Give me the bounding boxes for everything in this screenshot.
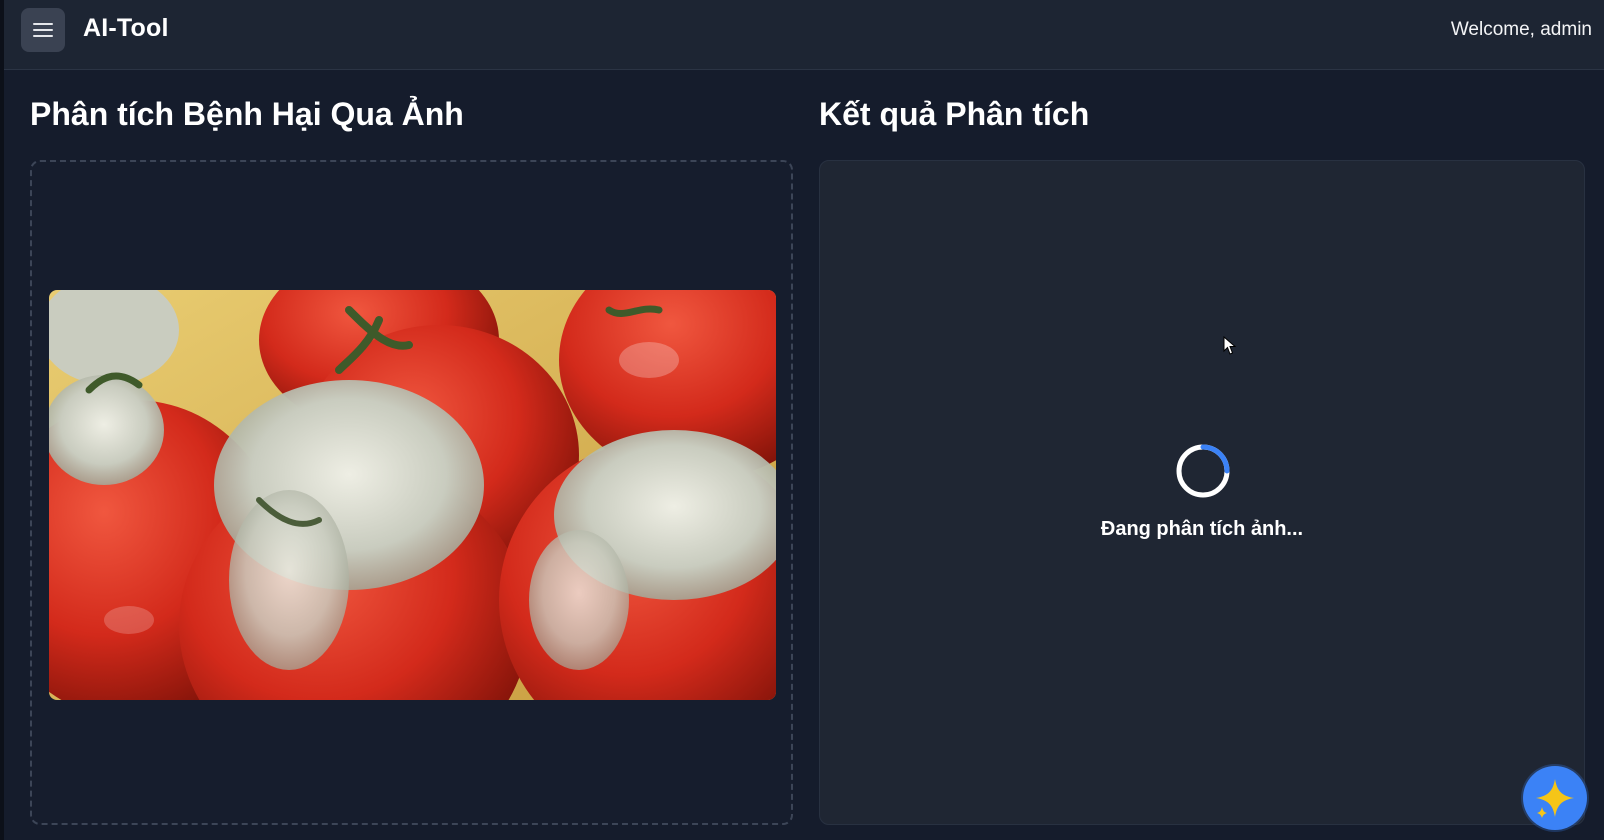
image-upload-dropzone[interactable] xyxy=(30,160,793,825)
app-window: AI-Tool Welcome, admin Phân tích Bệnh Hạ… xyxy=(0,0,1604,840)
mouse-cursor-icon xyxy=(1223,335,1237,356)
loading-spinner-icon xyxy=(1175,443,1231,499)
sparkle-icon xyxy=(1536,779,1574,818)
upload-section-title: Phân tích Bệnh Hại Qua Ảnh xyxy=(30,96,464,132)
menu-button[interactable] xyxy=(21,8,65,52)
ai-assistant-button[interactable] xyxy=(1523,766,1587,830)
result-section-title: Kết quả Phân tích xyxy=(819,96,1090,132)
analysis-result-panel: Đang phân tích ảnh... xyxy=(819,160,1585,825)
welcome-user-text: Welcome, admin xyxy=(1450,19,1592,40)
hamburger-menu-icon xyxy=(33,23,53,37)
uploaded-image-preview xyxy=(49,290,776,700)
top-navigation-bar: AI-Tool Welcome, admin xyxy=(4,0,1604,70)
loading-status-text: Đang phân tích ảnh... xyxy=(1100,518,1304,540)
app-title: AI-Tool xyxy=(83,14,169,42)
window-edge xyxy=(0,0,4,840)
